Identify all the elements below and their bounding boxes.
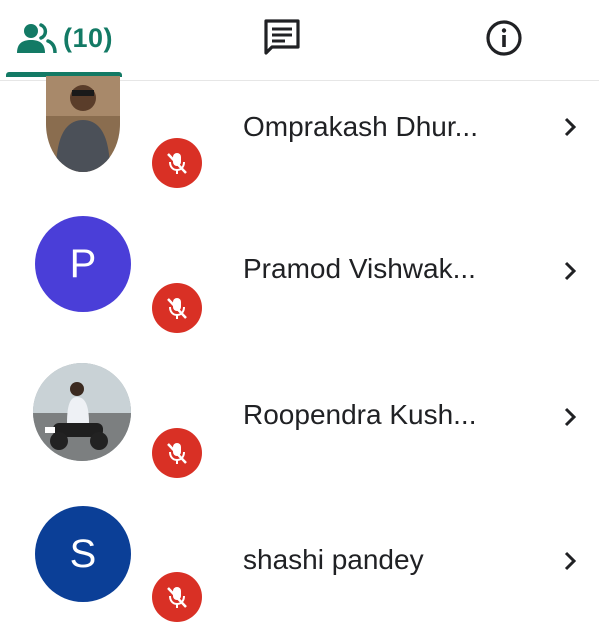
tab-bar: (10): [0, 0, 599, 81]
mic-off-icon: [167, 298, 187, 319]
profile-photo: [33, 363, 131, 461]
participant-count: (10): [62, 22, 113, 53]
chevron-right-icon: [564, 261, 577, 281]
tab-chat[interactable]: [222, 0, 342, 76]
muted-mic-badge: [152, 428, 202, 478]
avatar: [46, 76, 120, 172]
people-icon: [16, 23, 57, 53]
participant-name: Omprakash Dhur...: [243, 111, 478, 142]
muted-mic-badge: [152, 572, 202, 622]
avatar-letter: S: [69, 531, 97, 576]
mic-off-icon: [167, 443, 187, 464]
chevron-right-icon: [564, 407, 577, 427]
avatar: [33, 363, 131, 461]
chevron-right-icon: [564, 551, 577, 571]
mic-off-icon: [167, 153, 187, 174]
participant-row[interactable]: Omprakash Dhur...: [0, 76, 599, 218]
participant-name: Roopendra Kush...: [243, 399, 477, 430]
participant-name: shashi pandey: [243, 544, 424, 575]
avatar: P: [35, 216, 131, 312]
muted-mic-badge: [152, 138, 202, 188]
muted-mic-badge: [152, 283, 202, 333]
chat-icon: [264, 19, 300, 55]
participant-name: Pramod Vishwak...: [243, 253, 476, 284]
tab-people[interactable]: (10): [4, 0, 126, 76]
avatar-letter: P: [69, 241, 97, 286]
participant-row[interactable]: Roopendra Kush...: [0, 355, 599, 493]
participant-row[interactable]: P Pramod Vishwak...: [0, 208, 599, 346]
profile-photo: [46, 76, 120, 172]
avatar: S: [35, 506, 131, 602]
chevron-right-icon: [564, 117, 577, 137]
tab-info[interactable]: [444, 0, 564, 76]
info-icon: [486, 20, 522, 56]
participant-row[interactable]: S shashi pandey: [0, 494, 599, 632]
mic-off-icon: [167, 587, 187, 608]
